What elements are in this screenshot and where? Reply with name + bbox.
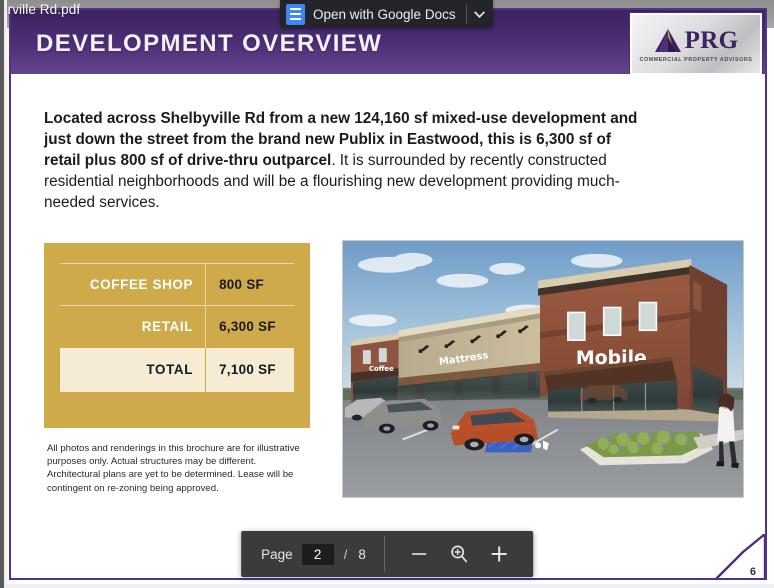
document-filename: erville Rd.pdf: [0, 2, 81, 17]
viewer-bottom-edge: [0, 584, 774, 588]
table-row-total: TOTAL 7,100 SF: [60, 347, 294, 392]
overview-paragraph: Located across Shelbyville Rd from a new…: [44, 108, 644, 213]
page-separator: /: [343, 546, 348, 562]
pdf-page: DEVELOPMENT OVERVIEW PRG COMMERCIAL PROP…: [9, 8, 767, 580]
zoom-reset-button[interactable]: [439, 544, 479, 564]
corner-chevron-decoration: [713, 534, 765, 578]
zoom-out-button[interactable]: [399, 545, 439, 563]
svg-text:Coffee: Coffee: [369, 365, 394, 373]
table-cell-value: 800 SF: [205, 263, 294, 306]
page-title: DEVELOPMENT OVERVIEW: [36, 30, 383, 57]
open-with-google-docs-button[interactable]: Open with Google Docs: [280, 0, 493, 28]
slide-body: Located across Shelbyville Rd from a new…: [11, 74, 765, 578]
open-with-label: Open with Google Docs: [313, 6, 456, 22]
prg-logo-tagline: COMMERCIAL PROPERTY ADVISORS: [639, 57, 753, 63]
table-row: RETAIL 6,300 SF: [60, 305, 294, 348]
prg-triangle-mark: [654, 29, 681, 52]
zoom-controls-group: [385, 531, 533, 577]
table-cell-value: 7,100 SF: [205, 347, 294, 392]
viewer-left-gutter: [4, 0, 7, 588]
page-label: Page: [261, 546, 293, 562]
table-cell-label: RETAIL: [60, 305, 207, 348]
table-row: COFFEE SHOP 800 SF: [60, 263, 294, 306]
google-docs-icon: [286, 3, 305, 25]
pdf-viewer-window: erville Rd.pdf Open with Google Docs DEV…: [0, 0, 774, 588]
pdf-bottom-toolbar: Page / 8: [241, 531, 533, 577]
prg-logo-name: PRG: [684, 27, 739, 54]
prg-logo: PRG COMMERCIAL PROPERTY ADVISORS: [629, 12, 763, 76]
square-footage-table: COFFEE SHOP 800 SF RETAIL 6,300 SF TOTAL…: [44, 243, 310, 428]
table-cell-label: TOTAL: [60, 347, 207, 392]
page-number-input[interactable]: [301, 543, 334, 565]
disclaimer-text: All photos and renderings in this brochu…: [47, 443, 300, 494]
zoom-in-button[interactable]: [479, 544, 519, 564]
minus-icon: [411, 553, 426, 555]
page-total: 8: [358, 546, 366, 562]
table-cell-value: 6,300 SF: [205, 305, 294, 348]
slide-page-number: 6: [749, 566, 756, 578]
plus-icon: [491, 546, 507, 562]
chevron-down-icon[interactable]: [467, 0, 493, 28]
magnifier-icon: [450, 545, 467, 563]
table-cell-label: COFFEE SHOP: [60, 263, 207, 306]
page-navigation-group: Page / 8: [241, 531, 384, 577]
building-rendering-image: Coffee Mattress Mobile: [342, 240, 744, 498]
